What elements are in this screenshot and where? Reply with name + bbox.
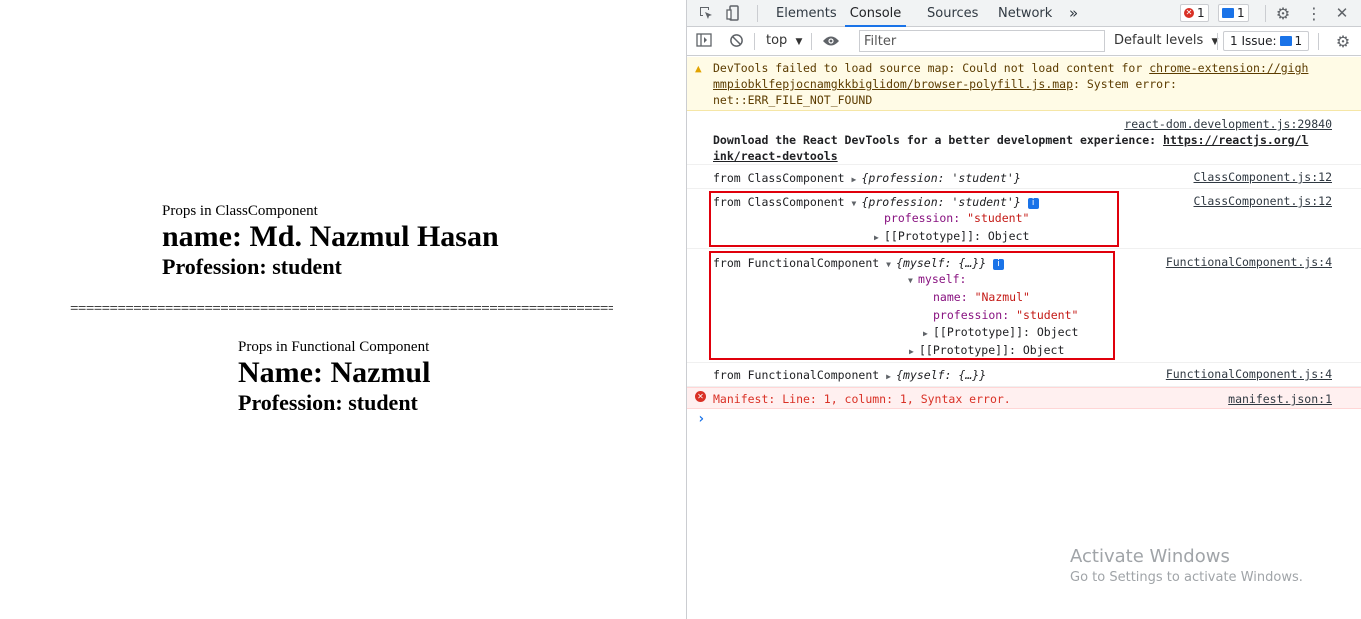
message-count: 1 [1237, 6, 1245, 20]
kebab-menu-icon[interactable]: ⋮ [1305, 4, 1323, 23]
console-log-row: from FunctionalComponent ▶ {myself: {…}} … [687, 363, 1361, 387]
issues-message-icon [1279, 36, 1292, 46]
live-expression-eye-icon[interactable] [822, 32, 840, 50]
class-log1-source-link[interactable]: ClassComponent.js:12 [1194, 170, 1332, 184]
inspect-element-icon[interactable] [697, 4, 715, 22]
console-error-row: ✕ Manifest: Line: 1, column: 1, Syntax e… [687, 387, 1361, 409]
react-link-part-a[interactable]: https://reactjs.org/l [1163, 133, 1308, 147]
more-tabs-icon[interactable]: » [1069, 0, 1078, 27]
warning-line-1: DevTools failed to load source map: Coul… [713, 61, 1308, 75]
sidebar-toggle-icon[interactable] [695, 31, 713, 49]
error-icon: ✕ [695, 391, 706, 402]
func-log2-source-link[interactable]: FunctionalComponent.js:4 [1166, 367, 1332, 381]
console-settings-gear-icon[interactable]: ⚙ [1334, 32, 1352, 51]
func-log2-preview[interactable]: {myself: {…}} [896, 368, 986, 382]
activate-windows-watermark: Activate Windows Go to Settings to activ… [1070, 546, 1303, 588]
clear-console-icon[interactable] [727, 31, 745, 49]
close-icon[interactable]: ✕ [1333, 4, 1351, 22]
issues-count: 1 [1294, 34, 1303, 48]
watermark-subtitle: Go to Settings to activate Windows. [1070, 570, 1303, 585]
functional-component-block: Props in Functional Component Name: Nazm… [238, 338, 430, 416]
message-count-badge[interactable]: 1 [1218, 4, 1249, 22]
tab-elements[interactable]: Elements [776, 0, 837, 27]
watermark-title: Activate Windows [1070, 546, 1230, 567]
react-link-part-b[interactable]: ink/react-devtools [713, 149, 838, 163]
console-warning-row: ▲ DevTools failed to load source map: Co… [687, 57, 1361, 111]
error-source-link[interactable]: manifest.json:1 [1228, 392, 1332, 406]
func-log1-source-link[interactable]: FunctionalComponent.js:4 [1166, 255, 1332, 269]
class-component-caption: Props in ClassComponent [162, 203, 318, 219]
console-prompt-row[interactable]: › [687, 409, 1361, 431]
divider-line: ========================================… [70, 301, 613, 317]
highlight-box-functional-object [709, 251, 1115, 360]
log-levels-value: Default levels [1114, 33, 1204, 48]
chevron-down-icon: ▼ [795, 37, 803, 47]
warning-suffix: : System error: [1073, 77, 1177, 91]
highlight-box-class-object [709, 191, 1119, 247]
error-count: 1 [1197, 6, 1205, 20]
context-value: top [766, 33, 788, 48]
settings-gear-icon[interactable]: ⚙ [1274, 4, 1292, 23]
tabbar-separator [1265, 5, 1266, 22]
tab-console[interactable]: Console [845, 0, 906, 27]
message-icon [1222, 8, 1234, 18]
class-log1-preview[interactable]: {profession: 'student'} [862, 171, 1021, 185]
tab-network[interactable]: Network [998, 0, 1052, 27]
expand-triangle-icon[interactable]: ▶ [886, 372, 896, 381]
func-log2-label: from FunctionalComponent [713, 368, 880, 382]
devtools-panel: Elements Console Sources Network » ✕ 1 1… [686, 0, 1361, 619]
devtools-tabbar: Elements Console Sources Network » ✕ 1 1… [687, 0, 1361, 27]
func-log2-line: from FunctionalComponent ▶ {myself: {…}} [713, 368, 986, 382]
warning-prefix: DevTools failed to load source map: Coul… [713, 61, 1150, 75]
tab-sources[interactable]: Sources [927, 0, 978, 27]
console-react-row: react-dom.development.js:29840 Download … [687, 111, 1361, 165]
filter-input[interactable] [859, 30, 1105, 52]
toolbar-separator [754, 33, 755, 50]
prompt-chevron-icon: › [697, 411, 706, 427]
error-icon: ✕ [1184, 8, 1194, 18]
toolbar-separator [1318, 33, 1319, 50]
console-toolbar: top ▼ Default levels ▼ 1 Issue: 1 ⚙ [687, 27, 1361, 56]
warning-line-3: net::ERR_FILE_NOT_FOUND [713, 93, 873, 107]
issues-button[interactable]: 1 Issue: 1 [1223, 31, 1310, 51]
class-component-block: Props in ClassComponent name: Md. Nazmul… [162, 202, 499, 280]
react-source-link[interactable]: react-dom.development.js:29840 [1124, 117, 1332, 131]
warning-line-2: mmpiobklfepjocnamgkkbiglidom/browser-pol… [713, 77, 1177, 91]
functional-component-caption: Props in Functional Component [238, 339, 430, 355]
functional-component-profession: Profession: student [238, 390, 418, 415]
rendered-page: Props in ClassComponent name: Md. Nazmul… [0, 0, 686, 619]
error-count-badge[interactable]: ✕ 1 [1180, 4, 1209, 22]
toolbar-separator [1217, 33, 1218, 50]
context-selector[interactable]: top ▼ [766, 33, 802, 48]
tabbar-separator [757, 5, 758, 22]
warning-link-part-a[interactable]: chrome-extension://gigh [1149, 61, 1308, 75]
react-text: Download the React DevTools for a better… [713, 133, 1164, 147]
warning-link-part-b[interactable]: mmpiobklfepjocnamgkkbiglidom/browser-pol… [713, 77, 1073, 91]
class-component-name: name: Md. Nazmul Hasan [162, 220, 499, 253]
device-toolbar-icon[interactable] [725, 4, 743, 22]
class-log1-label: from ClassComponent [713, 171, 845, 185]
console-log-row: from ClassComponent ▶ {profession: 'stude… [687, 165, 1361, 189]
log-levels-dropdown[interactable]: Default levels ▼ [1114, 33, 1218, 48]
react-line-1: Download the React DevTools for a better… [713, 133, 1308, 147]
functional-component-name: Name: Nazmul [238, 356, 431, 389]
warning-icon: ▲ [695, 62, 702, 75]
issues-label: 1 Issue: [1230, 34, 1277, 48]
toolbar-separator [811, 33, 812, 50]
class-component-profession: Profession: student [162, 254, 342, 279]
class-log2-source-link[interactable]: ClassComponent.js:12 [1194, 194, 1332, 208]
class-log1-line: from ClassComponent ▶ {profession: 'stude… [713, 171, 1021, 185]
error-text: Manifest: Line: 1, column: 1, Syntax err… [713, 392, 1011, 406]
expand-triangle-icon[interactable]: ▶ [852, 175, 862, 184]
